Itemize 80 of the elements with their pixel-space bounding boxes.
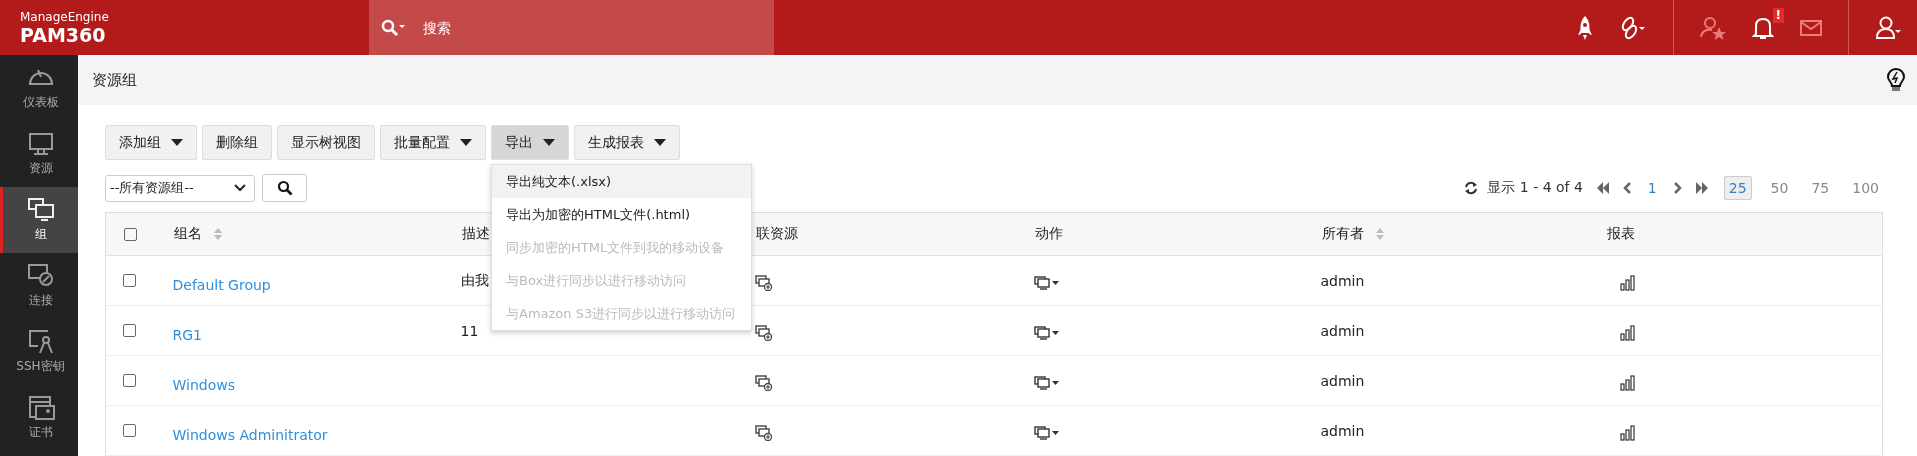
- next-page-icon[interactable]: [1673, 182, 1682, 194]
- owner-text: admin: [1320, 272, 1365, 289]
- page-number[interactable]: 1: [1647, 180, 1657, 196]
- sidebar-item[interactable]: 组: [0, 187, 78, 253]
- alert-badge: !: [1772, 7, 1784, 23]
- row-checkbox[interactable]: [123, 374, 136, 387]
- description-text: 11: [460, 322, 479, 339]
- row-checkbox[interactable]: [123, 424, 136, 437]
- row-checkbox[interactable]: [123, 274, 136, 287]
- group-name-link[interactable]: Windows Adminitrator: [172, 426, 328, 443]
- toolbar-button[interactable]: 删除组: [202, 125, 272, 160]
- caret-icon: [171, 139, 183, 146]
- search-icon[interactable]: [381, 18, 407, 37]
- caret-icon: [654, 139, 666, 146]
- monitor-menu-icon[interactable]: [1033, 426, 1060, 440]
- monitor-connect-icon: [25, 263, 56, 289]
- monitors-add-icon[interactable]: [754, 325, 773, 341]
- toolbar-button[interactable]: 导出: [491, 125, 569, 160]
- monitors-add-icon[interactable]: [754, 275, 773, 291]
- toolbar-button[interactable]: 生成报表: [574, 125, 680, 160]
- lightbulb-icon[interactable]: [1887, 68, 1905, 92]
- bell-icon[interactable]: [1752, 15, 1774, 40]
- group-name-link[interactable]: Default Group: [172, 276, 271, 293]
- owner-text: admin: [1320, 422, 1365, 439]
- select-all-checkbox[interactable]: [124, 227, 137, 241]
- monitor-menu-icon[interactable]: [1033, 376, 1060, 390]
- column-header[interactable]: 联资源: [755, 225, 798, 243]
- page-size-option[interactable]: 100: [1848, 177, 1883, 199]
- menu-item[interactable]: 导出为加密的HTML文件(.html): [492, 198, 751, 231]
- monitors-add-icon[interactable]: [754, 425, 773, 441]
- page-size-option[interactable]: 25: [1723, 176, 1752, 200]
- page-size-option[interactable]: 50: [1766, 177, 1793, 199]
- caret-icon: [543, 139, 555, 146]
- search-field[interactable]: 搜索: [421, 18, 725, 37]
- caret-icon: [460, 139, 472, 146]
- previous-page-icon[interactable]: [1622, 182, 1631, 194]
- monitors-icon: [25, 197, 56, 223]
- toolbar-button[interactable]: 批量配置: [380, 125, 486, 160]
- description-text: 由我: [460, 271, 489, 288]
- sidebar-item[interactable]: 连接: [0, 253, 78, 319]
- rocket-icon[interactable]: [1577, 14, 1593, 41]
- chevron-icon: [234, 184, 246, 192]
- monitor-menu-icon[interactable]: [1033, 326, 1060, 340]
- bar-chart-icon[interactable]: [1619, 325, 1636, 341]
- refresh-icon[interactable]: [1464, 181, 1479, 195]
- sidebar-item[interactable]: 资源: [0, 121, 78, 187]
- user-star-icon[interactable]: [1700, 14, 1726, 41]
- first-page-icon[interactable]: [1595, 182, 1610, 194]
- row-checkbox[interactable]: [123, 324, 136, 337]
- sidebar-item[interactable]: SSH密钥: [0, 319, 78, 385]
- owner-text: admin: [1320, 372, 1365, 389]
- monitors-add-icon[interactable]: [754, 375, 773, 391]
- column-header[interactable]: 组名: [173, 225, 202, 243]
- owner-text: admin: [1320, 322, 1365, 339]
- search-button[interactable]: [262, 174, 307, 202]
- column-header[interactable]: 报表: [1606, 225, 1635, 243]
- page-size-option[interactable]: 75: [1807, 177, 1834, 199]
- group-dropdown[interactable]: --所有资源组--: [105, 174, 255, 202]
- bar-chart-icon[interactable]: [1619, 375, 1636, 391]
- mail-icon[interactable]: [1800, 19, 1822, 36]
- group-name-link[interactable]: Windows: [172, 376, 235, 393]
- bar-chart-icon[interactable]: [1619, 275, 1636, 291]
- brand-name: ManageEngine: [20, 9, 110, 24]
- product-name: PAM360: [20, 23, 106, 46]
- last-page-icon[interactable]: [1694, 182, 1709, 194]
- menu-item[interactable]: 导出纯文本(.xlsx): [492, 165, 751, 198]
- search-icon: [276, 180, 293, 196]
- page-range: 显示 1 - 4 of 4: [1487, 179, 1583, 197]
- sidebar-item[interactable]: 证书: [0, 385, 78, 451]
- toolbar-button[interactable]: 添加组: [105, 125, 197, 160]
- toolbar-button[interactable]: 显示树视图: [277, 125, 375, 160]
- column-header[interactable]: 动作: [1034, 225, 1063, 243]
- sidebar-item[interactable]: 仪表板: [0, 55, 78, 121]
- column-header[interactable]: 描述: [461, 225, 490, 243]
- user-menu-icon[interactable]: [1875, 14, 1901, 41]
- column-header[interactable]: 所有者: [1321, 225, 1364, 243]
- bar-chart-icon[interactable]: [1619, 425, 1636, 441]
- page-title: 资源组: [92, 70, 137, 90]
- link-icon[interactable]: [1619, 14, 1647, 41]
- monitor-menu-icon[interactable]: [1033, 276, 1060, 290]
